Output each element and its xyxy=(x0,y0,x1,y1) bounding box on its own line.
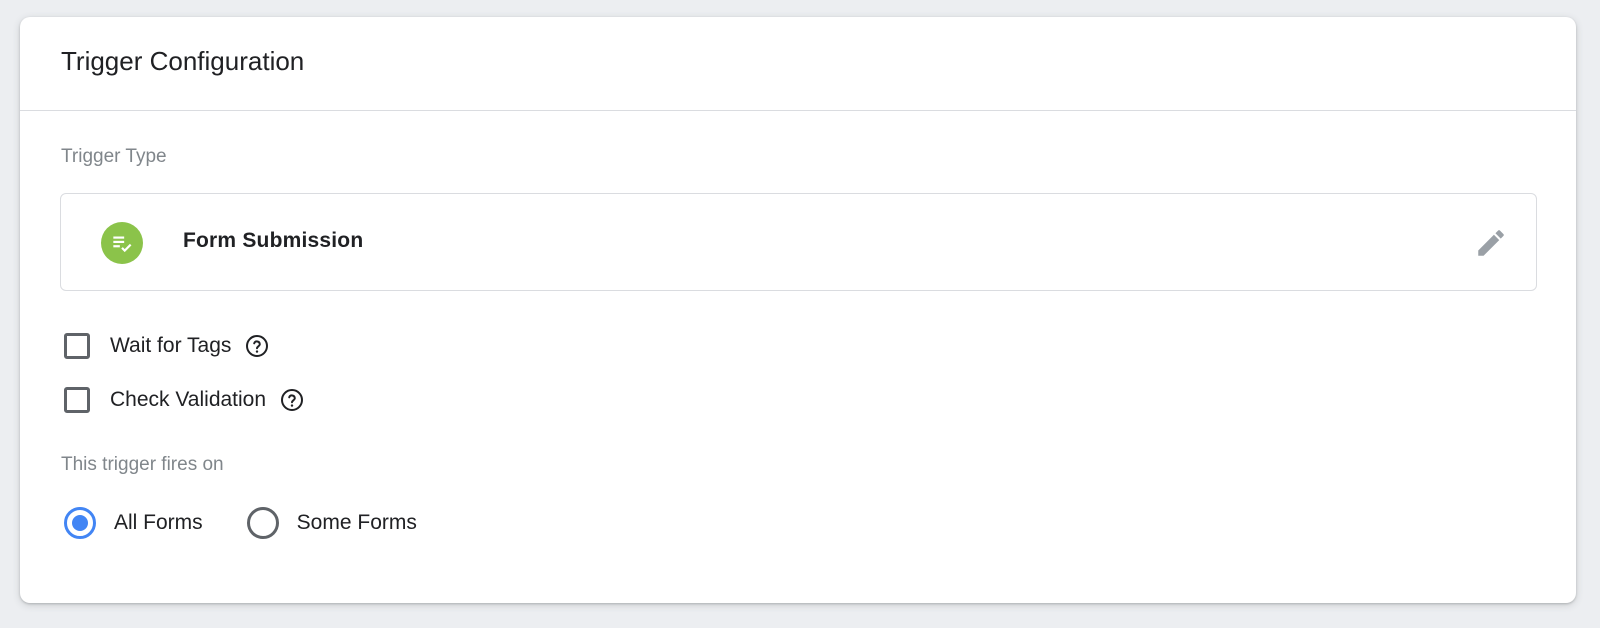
radio-selected-dot xyxy=(72,515,88,531)
all-forms-label: All Forms xyxy=(114,511,203,534)
help-circle-icon[interactable] xyxy=(280,388,304,412)
wait-for-tags-option: Wait for Tags xyxy=(64,328,269,364)
fires-on-radio-group: All Forms Some Forms xyxy=(64,507,461,539)
form-submission-icon xyxy=(101,222,143,264)
some-forms-label: Some Forms xyxy=(296,511,417,534)
some-forms-radio[interactable] xyxy=(246,507,279,539)
trigger-type-label: Trigger Type xyxy=(61,146,167,167)
all-forms-option[interactable]: All Forms xyxy=(64,507,203,539)
check-validation-checkbox[interactable] xyxy=(64,387,90,413)
card-title: Trigger Configuration xyxy=(61,46,305,76)
all-forms-radio[interactable] xyxy=(64,507,96,539)
fires-on-label: This trigger fires on xyxy=(61,454,224,475)
trigger-configuration-card: Trigger Configuration Trigger Type Form … xyxy=(20,17,1576,603)
card-header: Trigger Configuration xyxy=(20,17,1576,111)
trigger-type-selector[interactable]: Form Submission xyxy=(60,193,1537,291)
trigger-type-name: Form Submission xyxy=(183,229,364,252)
help-circle-icon[interactable] xyxy=(245,334,269,358)
some-forms-option[interactable]: Some Forms xyxy=(246,507,417,539)
wait-for-tags-label: Wait for Tags xyxy=(110,334,232,357)
check-validation-label: Check Validation xyxy=(110,388,267,411)
edit-pencil-icon[interactable] xyxy=(1472,224,1510,262)
wait-for-tags-checkbox[interactable] xyxy=(64,333,90,359)
check-validation-option: Check Validation xyxy=(64,382,304,418)
